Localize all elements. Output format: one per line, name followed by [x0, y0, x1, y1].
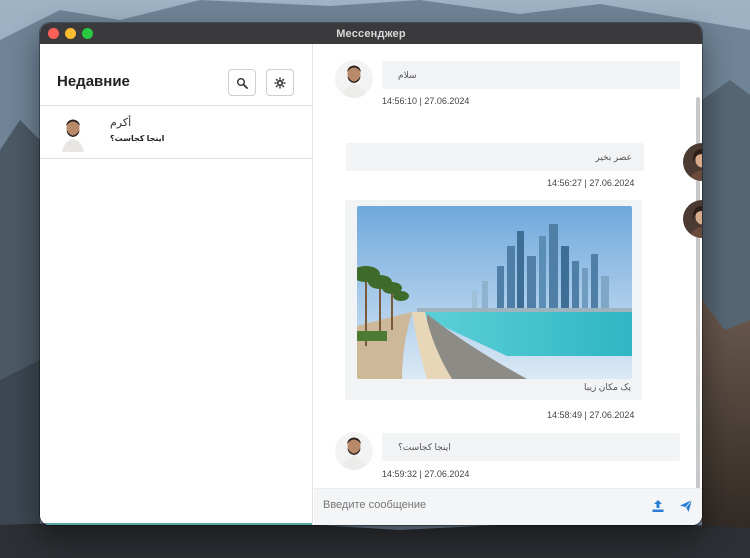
contact-list-item[interactable]: أكرم اینجا کجاست؟	[40, 105, 312, 159]
upload-icon[interactable]	[651, 499, 665, 513]
message-input[interactable]	[323, 499, 623, 511]
message-bubble-outgoing: عصر بخیر	[346, 143, 644, 171]
sidebar: Недавние أكرم اینجا کجاست؟	[40, 44, 313, 525]
send-icon[interactable]	[679, 499, 693, 513]
settings-button[interactable]	[266, 69, 294, 96]
message-text: سلام	[398, 69, 417, 80]
zoom-window-button[interactable]	[82, 28, 93, 39]
contact-avatar	[335, 60, 373, 98]
window-controls	[48, 28, 93, 39]
image-caption: یک مکان زیبا	[583, 382, 631, 392]
message-timestamp: 14:59:32 | 27.06.2024	[382, 469, 470, 479]
search-button[interactable]	[228, 69, 256, 96]
message-composer	[314, 488, 702, 525]
close-window-button[interactable]	[48, 28, 59, 39]
message-bubble-incoming: سلام	[382, 61, 680, 89]
title-bar: Мессенджер	[40, 23, 702, 44]
message-timestamp: 14:58:49 | 27.06.2024	[547, 410, 635, 420]
search-icon	[237, 77, 248, 89]
window-title: Мессенджер	[336, 27, 406, 40]
sidebar-header: Недавние	[40, 44, 312, 105]
sidebar-title: Недавние	[57, 73, 130, 90]
messenger-window: Мессенджер Недавние أكرم اینجا کجاست؟ سل…	[40, 23, 702, 525]
contact-avatar	[54, 114, 92, 152]
message-timestamp: 14:56:27 | 27.06.2024	[547, 178, 635, 188]
minimize-window-button[interactable]	[65, 28, 76, 39]
user-avatar	[683, 143, 702, 181]
chat-pane: سلام 14:56:10 | 27.06.2024 عصر بخیر 14:5…	[314, 44, 702, 525]
message-timestamp: 14:56:10 | 27.06.2024	[382, 96, 470, 106]
message-text: اینجا کجاست؟	[398, 441, 451, 452]
message-bubble-incoming: اینجا کجاست؟	[382, 433, 680, 461]
contact-avatar	[335, 432, 373, 470]
user-avatar	[683, 200, 702, 238]
contact-last-message: اینجا کجاست؟	[110, 134, 165, 143]
dubai-marina-photo[interactable]	[357, 206, 632, 379]
message-text: عصر بخیر	[595, 151, 632, 162]
image-message-bubble: یک مکان زیبا	[345, 200, 642, 400]
contact-name: أكرم	[110, 117, 132, 129]
gear-icon	[274, 77, 286, 88]
